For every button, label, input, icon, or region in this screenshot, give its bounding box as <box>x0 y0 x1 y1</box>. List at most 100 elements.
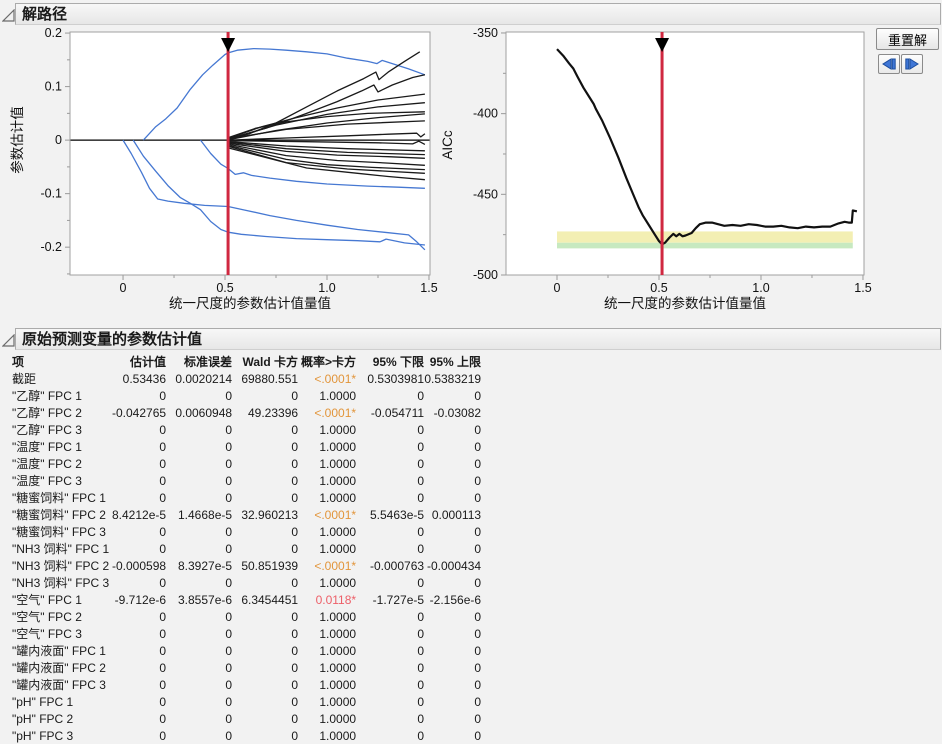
cell-value: 0.0060948 <box>166 404 232 421</box>
cell-item: "乙醇" FPC 1 <box>0 387 112 404</box>
table-row[interactable]: "糖蜜饲料" FPC 10001.000000 <box>0 489 481 506</box>
cell-value: 0 <box>112 574 166 591</box>
cell-value: 0 <box>166 387 232 404</box>
cell-value: 1.0000 <box>298 642 356 659</box>
table-row[interactable]: "糖蜜饲料" FPC 30001.000000 <box>0 523 481 540</box>
cell-value: 1.0000 <box>298 438 356 455</box>
table-row[interactable]: "温度" FPC 10001.000000 <box>0 438 481 455</box>
disclosure-triangle-icon[interactable] <box>2 334 16 348</box>
cell-value: <.0001* <box>298 557 356 574</box>
cell-value: 0 <box>166 642 232 659</box>
table-row[interactable]: "乙醇" FPC 2-0.0427650.006094849.23396<.00… <box>0 404 481 421</box>
column-header: 标准误差 <box>166 353 232 370</box>
table-row[interactable]: 截距0.534360.002021469880.551<.0001*0.5303… <box>0 370 481 387</box>
cell-value: 0 <box>424 523 481 540</box>
cell-value: 0.5303981 <box>356 370 424 387</box>
column-header: 项 <box>0 353 112 370</box>
y-tick-label: -0.1 <box>40 187 62 201</box>
cell-item: 截距 <box>0 370 112 387</box>
cell-value: 69880.551 <box>232 370 298 387</box>
table-row[interactable]: "pH" FPC 20001.000000 <box>0 710 481 727</box>
y-tick-label: -450 <box>473 187 498 201</box>
cell-value: 0 <box>112 659 166 676</box>
table-row[interactable]: "空气" FPC 1-9.712e-63.8557e-66.34544510.0… <box>0 591 481 608</box>
cell-value: -1.727e-5 <box>356 591 424 608</box>
cell-value: 6.3454451 <box>232 591 298 608</box>
x-tick-label: 1.0 <box>752 281 769 295</box>
table-row[interactable]: "温度" FPC 20001.000000 <box>0 455 481 472</box>
cell-value: 1.0000 <box>298 472 356 489</box>
table-row[interactable]: "pH" FPC 10001.000000 <box>0 693 481 710</box>
cell-value: 0 <box>112 710 166 727</box>
reset-solution-button[interactable]: 重置解 <box>876 28 939 50</box>
cell-value: 0 <box>112 676 166 693</box>
table-row[interactable]: "空气" FPC 30001.000000 <box>0 625 481 642</box>
table-row[interactable]: "NH3 饲料" FPC 30001.000000 <box>0 574 481 591</box>
y-tick-label: 0.1 <box>45 80 62 94</box>
cell-item: "空气" FPC 3 <box>0 625 112 642</box>
cell-item: "空气" FPC 2 <box>0 608 112 625</box>
cell-value: 1.0000 <box>298 455 356 472</box>
cell-value: 1.0000 <box>298 489 356 506</box>
cell-value: 0 <box>112 421 166 438</box>
table-row[interactable]: "空气" FPC 20001.000000 <box>0 608 481 625</box>
table-row[interactable]: "pH" FPC 30001.000000 <box>0 727 481 744</box>
cell-value: 0 <box>356 489 424 506</box>
cell-value: 0 <box>356 642 424 659</box>
y-axis-title: 参数估计值 <box>9 106 25 174</box>
cell-value: 0 <box>424 489 481 506</box>
cell-value: <.0001* <box>298 506 356 523</box>
x-axis-title: 统一尺度的参数估计值量值 <box>169 295 331 311</box>
cell-value: 0.0118* <box>298 591 356 608</box>
cell-value: 0 <box>166 421 232 438</box>
table-row[interactable]: "NH3 饲料" FPC 10001.000000 <box>0 540 481 557</box>
y-tick-label: -400 <box>473 107 498 121</box>
cell-value: 0 <box>166 693 232 710</box>
disclosure-triangle-icon[interactable] <box>2 9 16 23</box>
step-back-button[interactable] <box>878 54 900 74</box>
table-row[interactable]: "乙醇" FPC 30001.000000 <box>0 421 481 438</box>
cell-value: 0 <box>232 710 298 727</box>
table-row[interactable]: "NH3 饲料" FPC 2-0.0005988.3927e-550.85193… <box>0 557 481 574</box>
table-row[interactable]: "罐内液面" FPC 20001.000000 <box>0 659 481 676</box>
cell-value: 0 <box>112 387 166 404</box>
cell-value: -0.042765 <box>112 404 166 421</box>
table-header-row: 项估计值标准误差Wald 卡方概率>卡方95% 下限95% 上限 <box>0 353 481 370</box>
parameter-estimates-chart[interactable]: 00.51.01.50.20.10-0.1-0.2统一尺度的参数估计值量值参数估… <box>0 28 470 320</box>
cell-value: 0 <box>112 642 166 659</box>
aicc-chart[interactable]: 00.51.01.5-350-400-450-500统一尺度的参数估计值量值AI… <box>440 28 876 320</box>
cell-item: "温度" FPC 2 <box>0 455 112 472</box>
cell-value: 0 <box>232 693 298 710</box>
cell-value: 0 <box>356 574 424 591</box>
cell-item: "罐内液面" FPC 2 <box>0 659 112 676</box>
cell-value: 0 <box>112 523 166 540</box>
cell-value: 0 <box>232 438 298 455</box>
table-row[interactable]: "乙醇" FPC 10001.000000 <box>0 387 481 404</box>
cell-value: 32.960213 <box>232 506 298 523</box>
column-header: 估计值 <box>112 353 166 370</box>
table-row[interactable]: "罐内液面" FPC 30001.000000 <box>0 676 481 693</box>
confidence-band <box>557 231 853 242</box>
cell-value: 1.0000 <box>298 608 356 625</box>
table-row[interactable]: "温度" FPC 30001.000000 <box>0 472 481 489</box>
cell-value: 1.0000 <box>298 727 356 744</box>
column-header: 95% 上限 <box>424 353 481 370</box>
cell-value: -9.712e-6 <box>112 591 166 608</box>
column-header: 95% 下限 <box>356 353 424 370</box>
cell-item: "罐内液面" FPC 3 <box>0 676 112 693</box>
cell-value: 0 <box>424 540 481 557</box>
section-title[interactable]: 解路径 <box>15 3 941 25</box>
cell-value: 0 <box>232 608 298 625</box>
table-row[interactable]: "罐内液面" FPC 10001.000000 <box>0 642 481 659</box>
cell-value: <.0001* <box>298 404 356 421</box>
cell-value: 0 <box>166 727 232 744</box>
cell-value: 49.23396 <box>232 404 298 421</box>
cell-value: -0.054711 <box>356 404 424 421</box>
step-forward-button[interactable] <box>901 54 923 74</box>
cell-value: 0 <box>356 523 424 540</box>
cell-value: 1.0000 <box>298 693 356 710</box>
table-row[interactable]: "糖蜜饲料" FPC 28.4212e-51.4668e-532.960213<… <box>0 506 481 523</box>
section-title[interactable]: 原始预测变量的参数估计值 <box>15 328 941 350</box>
cell-value: 1.4668e-5 <box>166 506 232 523</box>
cell-value: 8.3927e-5 <box>166 557 232 574</box>
